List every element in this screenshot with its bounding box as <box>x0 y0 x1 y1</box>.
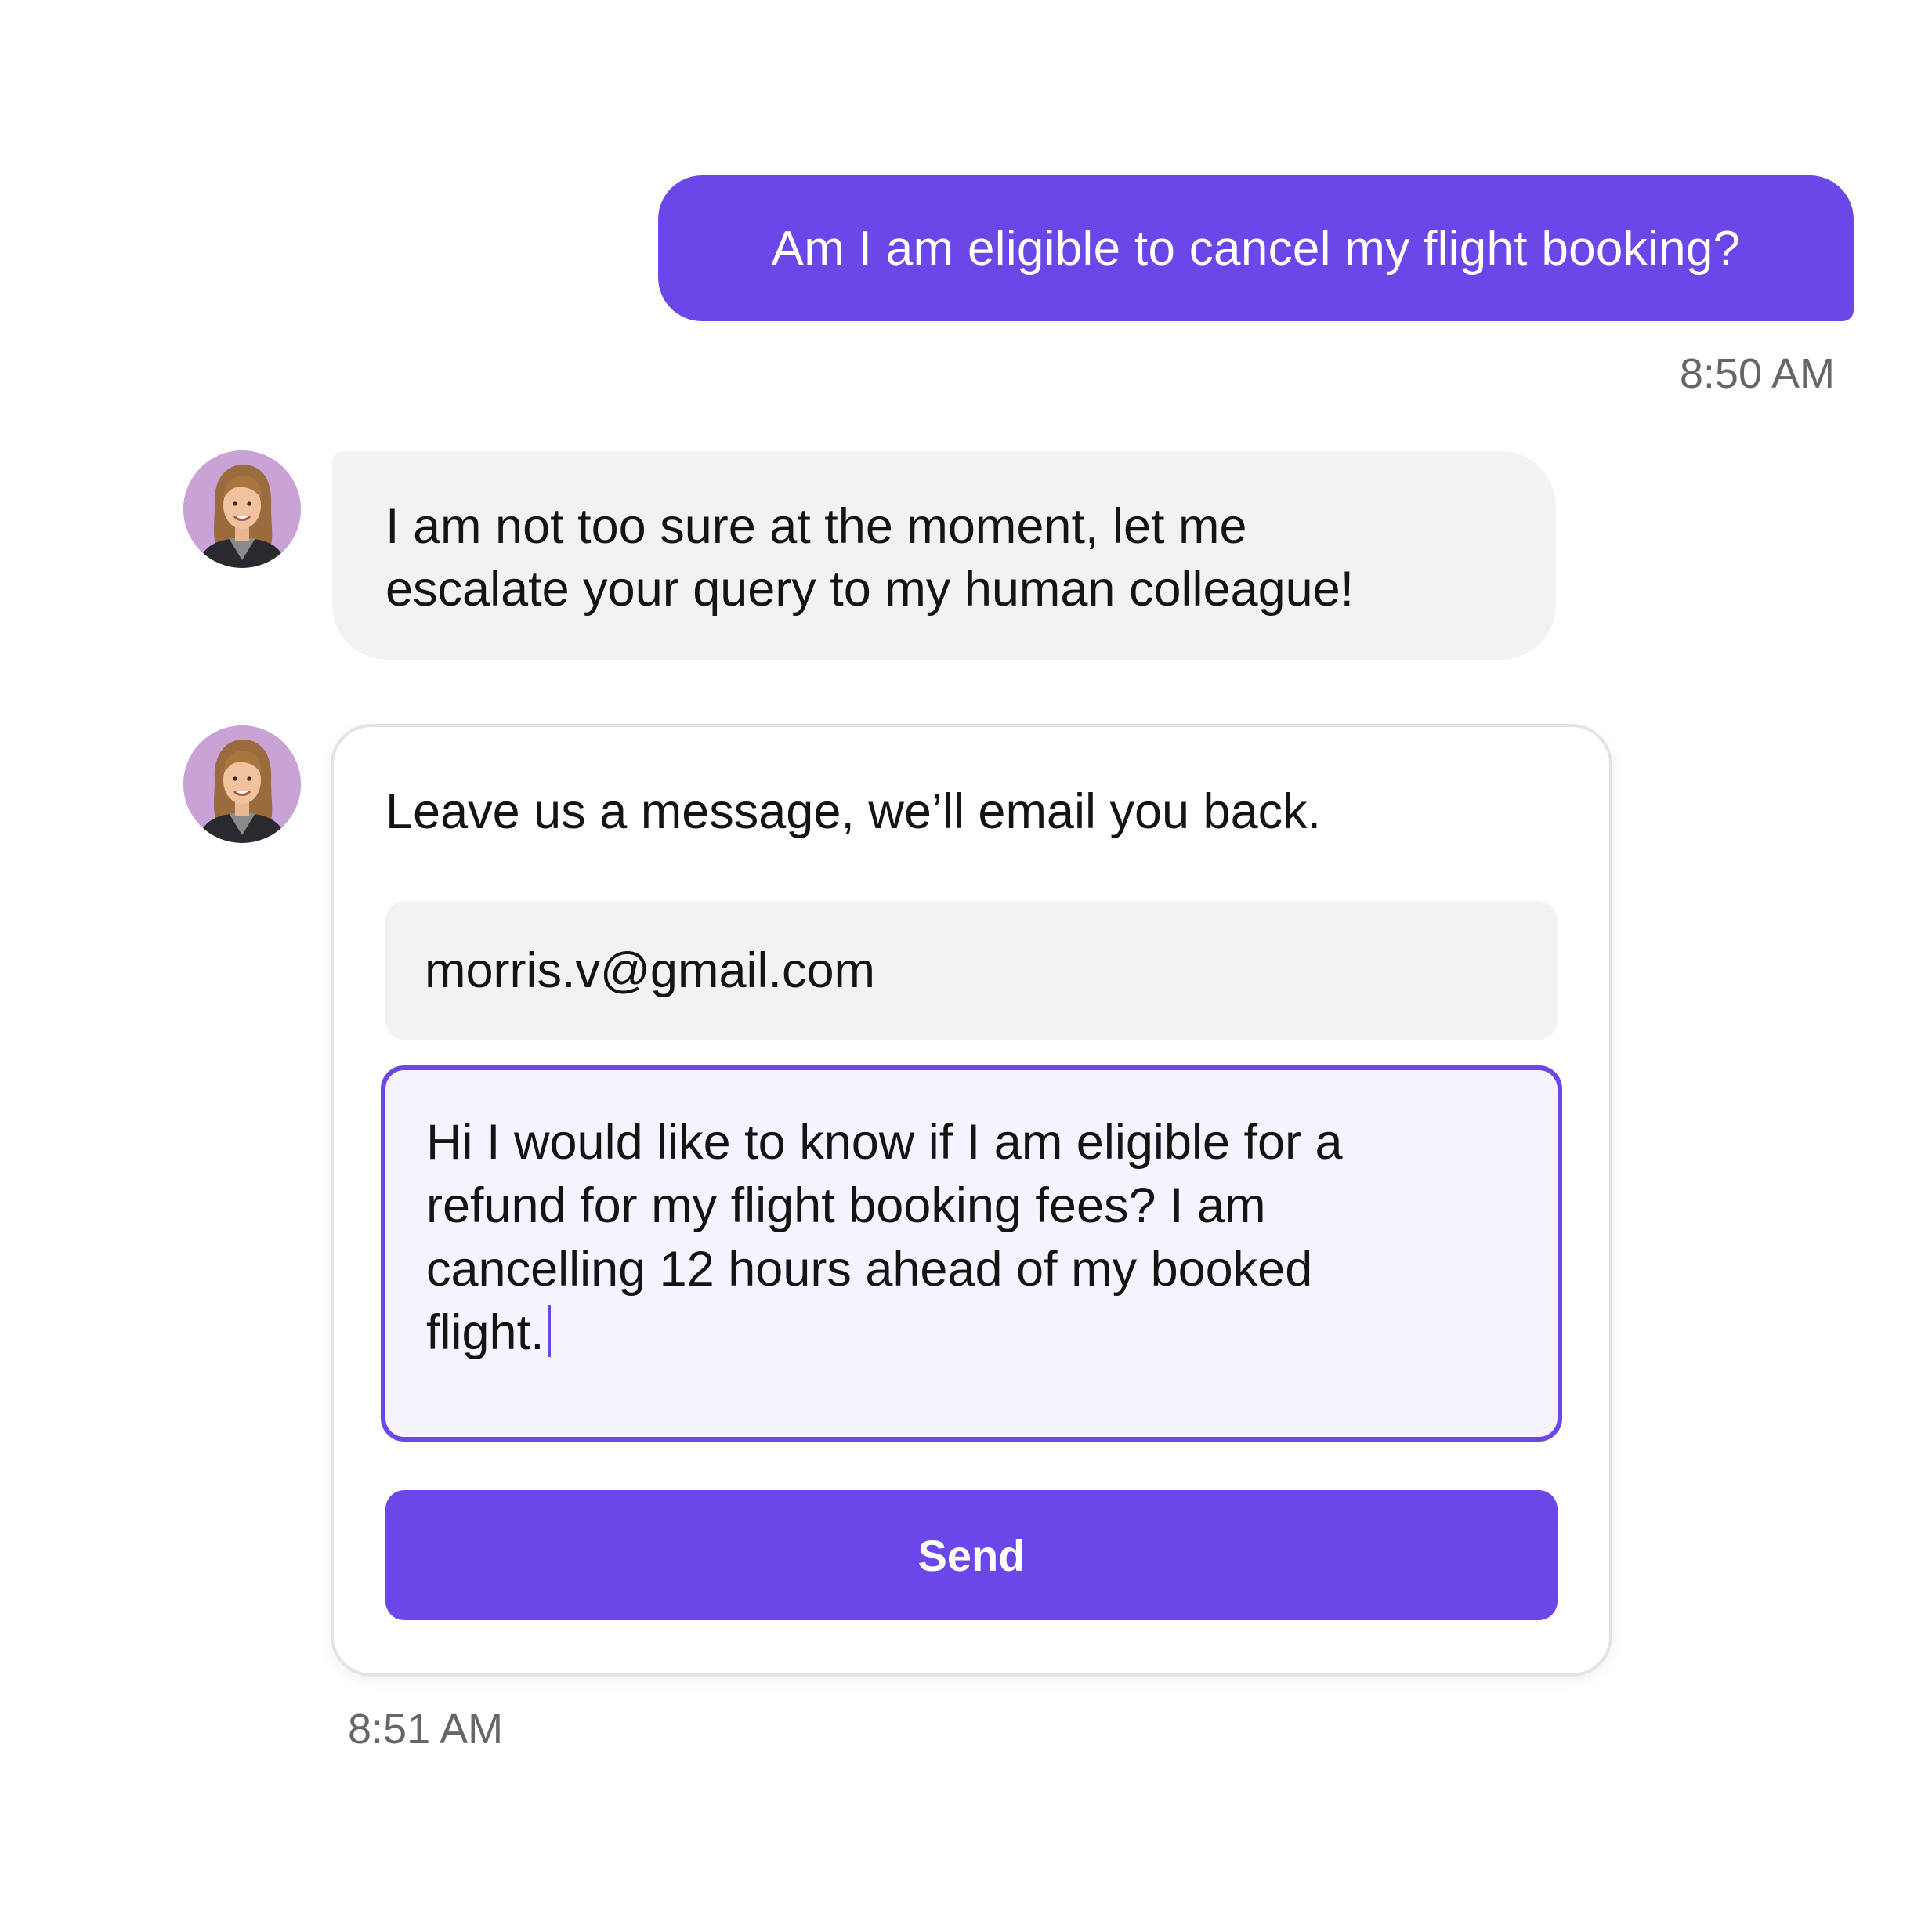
contact-form-timestamp: 8:51 AM <box>348 1706 504 1753</box>
message-line-text: flight. <box>426 1305 545 1360</box>
agent-avatar-icon <box>183 725 301 843</box>
user-message-text: Am I am eligible to cancel my flight boo… <box>771 221 1741 276</box>
contact-form-card: Leave us a message, we’ll email you back… <box>331 724 1612 1677</box>
message-textarea[interactable]: Hi I would like to know if I am eligible… <box>381 1065 1562 1442</box>
email-field[interactable]: morris.v@gmail.com <box>385 901 1558 1040</box>
bot-message-bubble: I am not too sure at the moment, let me … <box>332 451 1556 660</box>
text-caret <box>547 1305 551 1357</box>
agent-avatar-icon <box>183 450 301 568</box>
bot-message-line: escalate your query to my human colleagu… <box>385 562 1355 617</box>
agent-avatar <box>183 450 301 568</box>
user-message-timestamp: 8:50 AM <box>1679 350 1835 397</box>
message-line: cancelling 12 hours ahead of my booked <box>426 1242 1313 1297</box>
message-line-last: flight. <box>426 1301 1526 1365</box>
user-message-bubble: Am I am eligible to cancel my flight boo… <box>658 175 1854 321</box>
send-button[interactable]: Send <box>385 1490 1558 1620</box>
agent-avatar <box>183 725 301 843</box>
message-line: refund for my flight booking fees? I am <box>426 1178 1266 1233</box>
contact-form-title: Leave us a message, we’ll email you back… <box>385 784 1322 839</box>
bot-message-line: I am not too sure at the moment, let me <box>385 499 1247 554</box>
message-line: Hi I would like to know if I am eligible… <box>426 1115 1343 1170</box>
email-value: morris.v@gmail.com <box>425 943 875 998</box>
